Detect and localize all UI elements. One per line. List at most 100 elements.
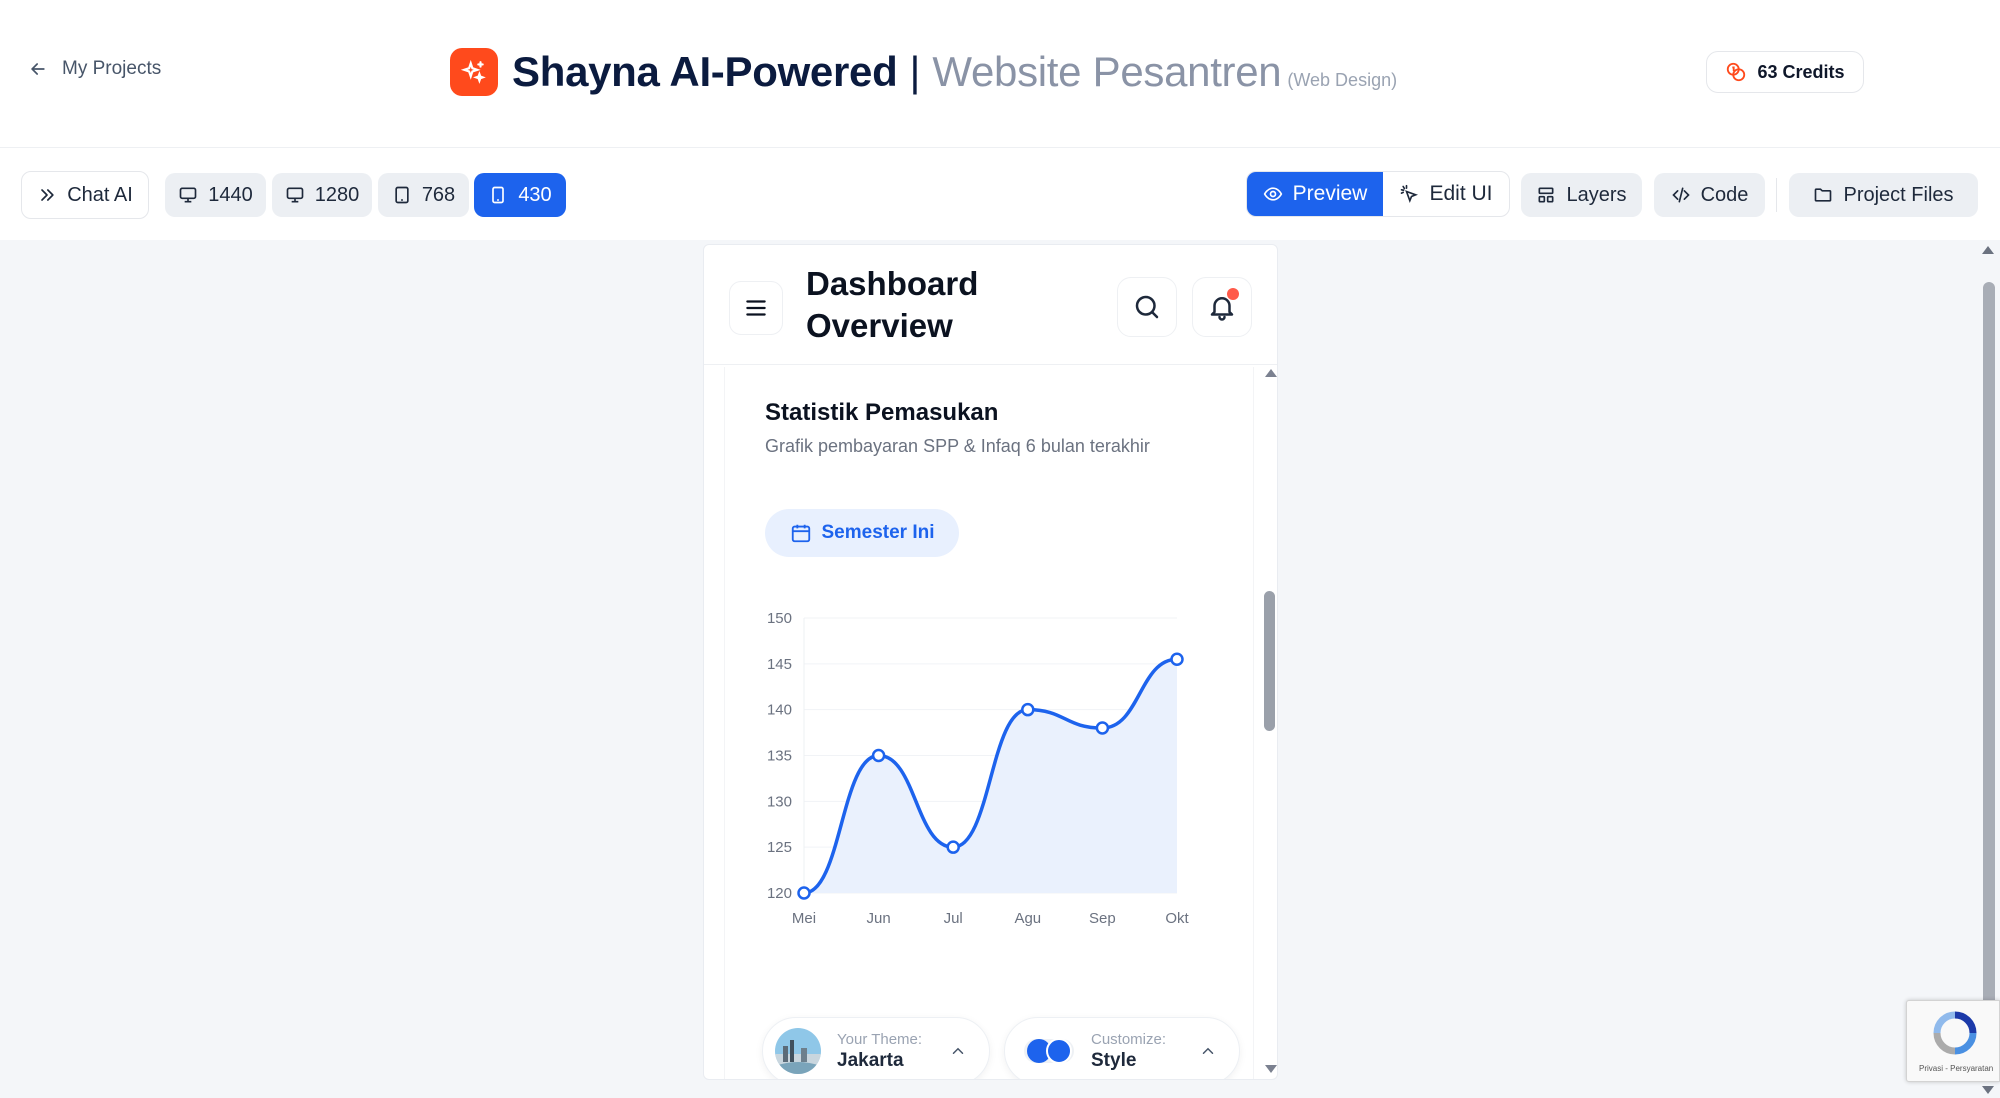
city-thumbnail-image	[775, 1028, 821, 1074]
back-to-projects-link[interactable]: My Projects	[28, 58, 161, 80]
edit-ui-label: Edit UI	[1429, 182, 1493, 205]
search-button[interactable]	[1117, 277, 1177, 337]
chart-y-tick-label: 135	[767, 748, 792, 765]
title-separator: |	[909, 48, 921, 95]
size-768-button[interactable]: 768	[378, 173, 469, 217]
dashboard-header: Dashboard Overview	[704, 245, 1277, 365]
theme-thumbnail	[775, 1028, 821, 1074]
size-1440-button[interactable]: 1440	[165, 173, 266, 217]
period-filter-chip[interactable]: Semester Ini	[765, 509, 959, 557]
chart-x-tick-label: Mei	[792, 910, 816, 927]
size-430-button[interactable]: 430	[474, 173, 566, 217]
size-768-label: 768	[421, 183, 456, 206]
chart-x-tick-label: Sep	[1089, 910, 1116, 927]
chart-y-tick-label: 125	[767, 839, 792, 856]
chart-x-tick-label: Okt	[1165, 910, 1189, 927]
project-title: Shayna AI-Powered | Website Pesantren (W…	[450, 48, 1397, 96]
page-title: Dashboard Overview	[806, 265, 979, 344]
project-title-sub: Website Pesantren	[932, 48, 1282, 95]
page-scroll-down-arrow[interactable]	[1982, 1086, 1994, 1094]
layout-icon	[1538, 187, 1554, 203]
chevron-up-icon	[952, 1047, 964, 1054]
chart-data-point	[1095, 721, 1110, 735]
project-files-button[interactable]: Project Files	[1789, 173, 1978, 217]
chart-data-point	[1021, 702, 1035, 717]
layers-label: Layers	[1566, 183, 1627, 206]
size-1280-button[interactable]: 1280	[272, 173, 372, 217]
preview-button[interactable]: Preview	[1247, 172, 1383, 216]
code-icon	[1671, 187, 1690, 203]
eye-icon	[1263, 187, 1282, 201]
desktop-icon	[179, 187, 197, 203]
notification-badge	[1227, 288, 1239, 300]
toolbar-divider	[1776, 178, 1777, 212]
recaptcha-links: Privasi - Persyaratan	[1919, 1064, 1994, 1073]
code-label: Code	[1700, 183, 1749, 206]
chart-data-point	[946, 840, 960, 854]
theme-label: Your Theme:	[837, 1030, 923, 1048]
size-1440-label: 1440	[208, 183, 253, 206]
app-logo	[450, 48, 498, 96]
customize-value: Style	[1091, 1049, 1137, 1071]
chart-y-tick-label: 120	[767, 885, 792, 902]
folder-icon	[1815, 188, 1832, 202]
chart-y-tick-label: 140	[767, 702, 792, 719]
chat-ai-label: Chat AI	[67, 183, 133, 206]
chart-data-point	[1170, 652, 1184, 666]
theme-selector[interactable]: Your Theme: Jakarta	[762, 1017, 990, 1079]
recaptcha-badge[interactable]: Privasi - Persyaratan	[1906, 1000, 2000, 1082]
project-type-tag: (Web Design)	[1287, 69, 1398, 90]
chart-data-point	[871, 748, 886, 763]
chevron-up-icon	[1202, 1047, 1214, 1054]
page-scroll-up-arrow[interactable]	[1982, 246, 1994, 254]
credits-label: 63 Credits	[1757, 61, 1845, 82]
income-stats-card: Statistik Pemasukan Grafik pembayaran SP…	[724, 367, 1254, 1079]
size-1280-label: 1280	[314, 183, 360, 206]
frame-scroll-down-arrow[interactable]	[1265, 1065, 1277, 1073]
search-icon	[1135, 295, 1159, 319]
double-chevron-right-icon	[41, 189, 54, 201]
chat-ai-button[interactable]: Chat AI	[21, 171, 149, 219]
edit-ui-button[interactable]: Edit UI	[1383, 172, 1509, 216]
sparkle-icon	[461, 59, 486, 84]
chart-data-point	[797, 886, 811, 900]
tablet-icon	[395, 186, 409, 204]
view-mode-toggle: Preview Edit UI	[1246, 171, 1510, 217]
chart-x-tick-label: Jun	[867, 910, 891, 927]
calendar-icon	[791, 524, 810, 543]
card-title: Statistik Pemasukan	[765, 399, 999, 426]
credits-badge[interactable]: 63 Credits	[1706, 51, 1864, 93]
arrow-left-icon	[31, 63, 45, 75]
customize-label: Customize:	[1091, 1030, 1167, 1048]
mobile-icon	[492, 186, 505, 204]
desktop-icon	[286, 187, 304, 203]
toggle-icon	[1024, 1038, 1074, 1064]
preview-label: Preview	[1292, 182, 1368, 205]
layers-button[interactable]: Layers	[1521, 173, 1642, 217]
chart-y-tick-label: 130	[767, 793, 792, 810]
income-area-chart: 120 125 130 135 140 145 150 Mei Jun Jul Agu Sep Okt	[767, 610, 1190, 927]
chart-y-tick-label: 145	[767, 656, 792, 673]
back-link-label: My Projects	[62, 58, 162, 79]
chart-x-tick-label: Jul	[944, 910, 963, 927]
frame-scrollbar-thumb[interactable]	[1264, 591, 1275, 731]
code-button[interactable]: Code	[1654, 173, 1765, 217]
notifications-button[interactable]	[1192, 277, 1252, 337]
project-title-main: Shayna AI-Powered	[512, 48, 898, 95]
page-scrollbar-thumb[interactable]	[1983, 282, 1995, 1082]
chart-x-tick-label: Agu	[1014, 910, 1041, 927]
recaptcha-logo-icon	[1933, 1011, 1977, 1055]
theme-value: Jakarta	[837, 1049, 904, 1071]
customize-style-selector[interactable]: Customize: Style	[1004, 1017, 1240, 1079]
period-filter-label: Semester Ini	[821, 522, 935, 543]
project-files-label: Project Files	[1843, 183, 1954, 206]
top-header: My Projects Shayna AI-Powered | Website …	[0, 0, 2000, 148]
coins-icon	[1727, 62, 1746, 82]
hamburger-menu-icon	[746, 300, 766, 316]
mobile-preview-frame: Dashboard Overview Statistik Pemasukan G…	[703, 244, 1278, 1080]
cursor-click-icon	[1401, 184, 1419, 204]
frame-scroll-up-arrow[interactable]	[1265, 369, 1277, 377]
size-430-label: 430	[518, 183, 552, 206]
chart-y-tick-label: 150	[767, 610, 792, 627]
menu-button[interactable]	[729, 281, 783, 335]
